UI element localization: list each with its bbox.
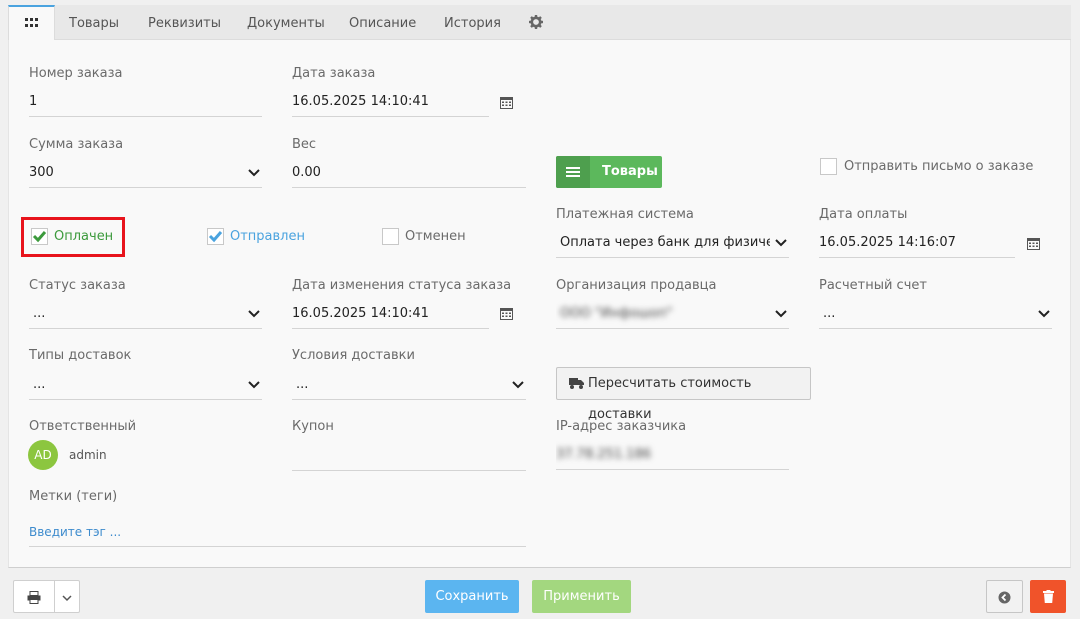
order-sum-value: 300 — [29, 165, 54, 180]
goods-button[interactable]: Товары — [556, 156, 662, 188]
print-button[interactable] — [13, 580, 55, 613]
save-button[interactable]: Сохранить — [425, 580, 519, 613]
chevron-down-icon — [1038, 310, 1050, 318]
checkmark-icon — [32, 231, 47, 243]
tab-description[interactable]: Описание — [349, 5, 416, 40]
order-date-value: 16.05.2025 14:10:41 — [292, 94, 429, 109]
tab-main[interactable] — [8, 5, 55, 41]
tags-placeholder: Введите тэг ... — [29, 525, 122, 539]
chevron-down-icon — [248, 381, 260, 389]
order-form: Номер заказа 1 Дата заказа 16.05.2025 14… — [8, 40, 1071, 568]
status-change-date-label: Дата изменения статуса заказа — [292, 278, 512, 293]
seller-org-value: ООО "Инфошоп" — [560, 306, 673, 321]
weight-value: 0.00 — [292, 165, 321, 180]
status-change-date-value: 16.05.2025 14:10:41 — [292, 306, 429, 321]
avatar[interactable]: AD — [28, 440, 58, 470]
coupon-label: Купон — [292, 419, 334, 434]
delivery-types-label: Типы доставок — [29, 348, 132, 363]
delivery-terms-select[interactable]: ... — [292, 370, 526, 400]
chevron-down-icon — [775, 310, 787, 318]
chevron-down-icon — [775, 239, 787, 247]
responsible-name[interactable]: admin — [69, 448, 107, 462]
grid-icon — [25, 18, 38, 27]
tags-input[interactable]: Введите тэг ... — [29, 517, 526, 547]
chevron-down-icon — [248, 169, 260, 177]
back-icon — [998, 591, 1011, 604]
order-number-input[interactable]: 1 — [29, 87, 262, 117]
order-date-input[interactable]: 16.05.2025 14:10:41 — [292, 87, 489, 117]
payment-date-label: Дата оплаты — [819, 207, 908, 222]
payment-date-input[interactable]: 16.05.2025 14:16:07 — [819, 228, 1015, 258]
checkmark-icon — [208, 231, 223, 243]
order-sum-select[interactable]: 300 — [29, 158, 262, 188]
printer-icon — [27, 591, 41, 604]
order-number-label: Номер заказа — [29, 66, 123, 81]
coupon-input[interactable] — [292, 441, 526, 471]
trash-icon — [1042, 590, 1054, 603]
chevron-down-icon — [62, 594, 72, 601]
seller-org-select[interactable]: ООО "Инфошоп" — [556, 299, 789, 329]
cancelled-label: Отменен — [405, 229, 466, 244]
calendar-icon[interactable] — [500, 96, 513, 109]
chevron-down-icon — [512, 381, 524, 389]
weight-label: Вес — [292, 137, 317, 152]
tags-label: Метки (теги) — [29, 489, 118, 504]
ip-value: 37.78.251.186 — [556, 447, 652, 462]
tab-requisites[interactable]: Реквизиты — [148, 5, 221, 40]
delivery-terms-value: ... — [296, 377, 309, 392]
payment-date-value: 16.05.2025 14:16:07 — [819, 235, 956, 250]
calendar-icon[interactable] — [500, 307, 513, 320]
shipped-label: Отправлен — [230, 229, 305, 244]
ip-label: IP-адрес заказчика — [556, 419, 687, 434]
calendar-icon[interactable] — [1027, 237, 1040, 250]
weight-input[interactable]: 0.00 — [292, 158, 526, 188]
status-change-date-input[interactable]: 16.05.2025 14:10:41 — [292, 299, 489, 329]
order-sum-label: Сумма заказа — [29, 137, 124, 152]
delivery-types-value: ... — [33, 377, 46, 392]
send-email-checkbox[interactable] — [820, 158, 837, 175]
back-button[interactable] — [986, 580, 1023, 613]
account-select[interactable]: ... — [819, 299, 1052, 329]
cancelled-checkbox[interactable] — [382, 228, 399, 245]
gear-icon — [529, 15, 543, 29]
delete-button[interactable] — [1030, 580, 1066, 613]
order-status-select[interactable]: ... — [29, 299, 262, 329]
tab-settings[interactable] — [529, 15, 543, 29]
paid-checkbox[interactable] — [31, 228, 48, 245]
order-status-label: Статус заказа — [29, 278, 126, 293]
order-number-value: 1 — [29, 94, 38, 109]
delivery-types-select[interactable]: ... — [29, 370, 262, 400]
order-status-value: ... — [33, 306, 46, 321]
delivery-terms-label: Условия доставки — [292, 348, 415, 363]
shipped-checkbox[interactable] — [207, 228, 224, 245]
tab-history[interactable]: История — [444, 5, 501, 40]
order-date-label: Дата заказа — [292, 66, 376, 81]
print-dropdown-button[interactable] — [54, 580, 80, 613]
recalc-delivery-button[interactable]: Пересчитать стоимость доставки — [556, 367, 811, 422]
seller-org-label: Организация продавца — [556, 278, 717, 293]
payment-system-select[interactable]: Оплата через банк для физических — [556, 228, 789, 258]
paid-label: Оплачен — [54, 229, 114, 244]
list-icon — [556, 156, 590, 188]
ip-field: 37.78.251.186 — [556, 440, 789, 470]
account-value: ... — [823, 306, 836, 321]
tab-goods[interactable]: Товары — [69, 5, 119, 40]
account-label: Расчетный счет — [819, 278, 927, 293]
apply-button[interactable]: Применить — [532, 580, 631, 613]
goods-button-label: Товары — [602, 164, 658, 179]
payment-system-label: Платежная система — [556, 207, 694, 222]
chevron-down-icon — [248, 310, 260, 318]
send-email-label: Отправить письмо о заказе — [844, 159, 1034, 174]
payment-system-value: Оплата через банк для физических — [560, 235, 770, 250]
responsible-label: Ответственный — [29, 419, 137, 434]
tab-bar: Товары Реквизиты Документы Описание Исто… — [8, 5, 1071, 41]
tab-documents[interactable]: Документы — [247, 5, 325, 40]
truck-icon — [569, 378, 584, 389]
